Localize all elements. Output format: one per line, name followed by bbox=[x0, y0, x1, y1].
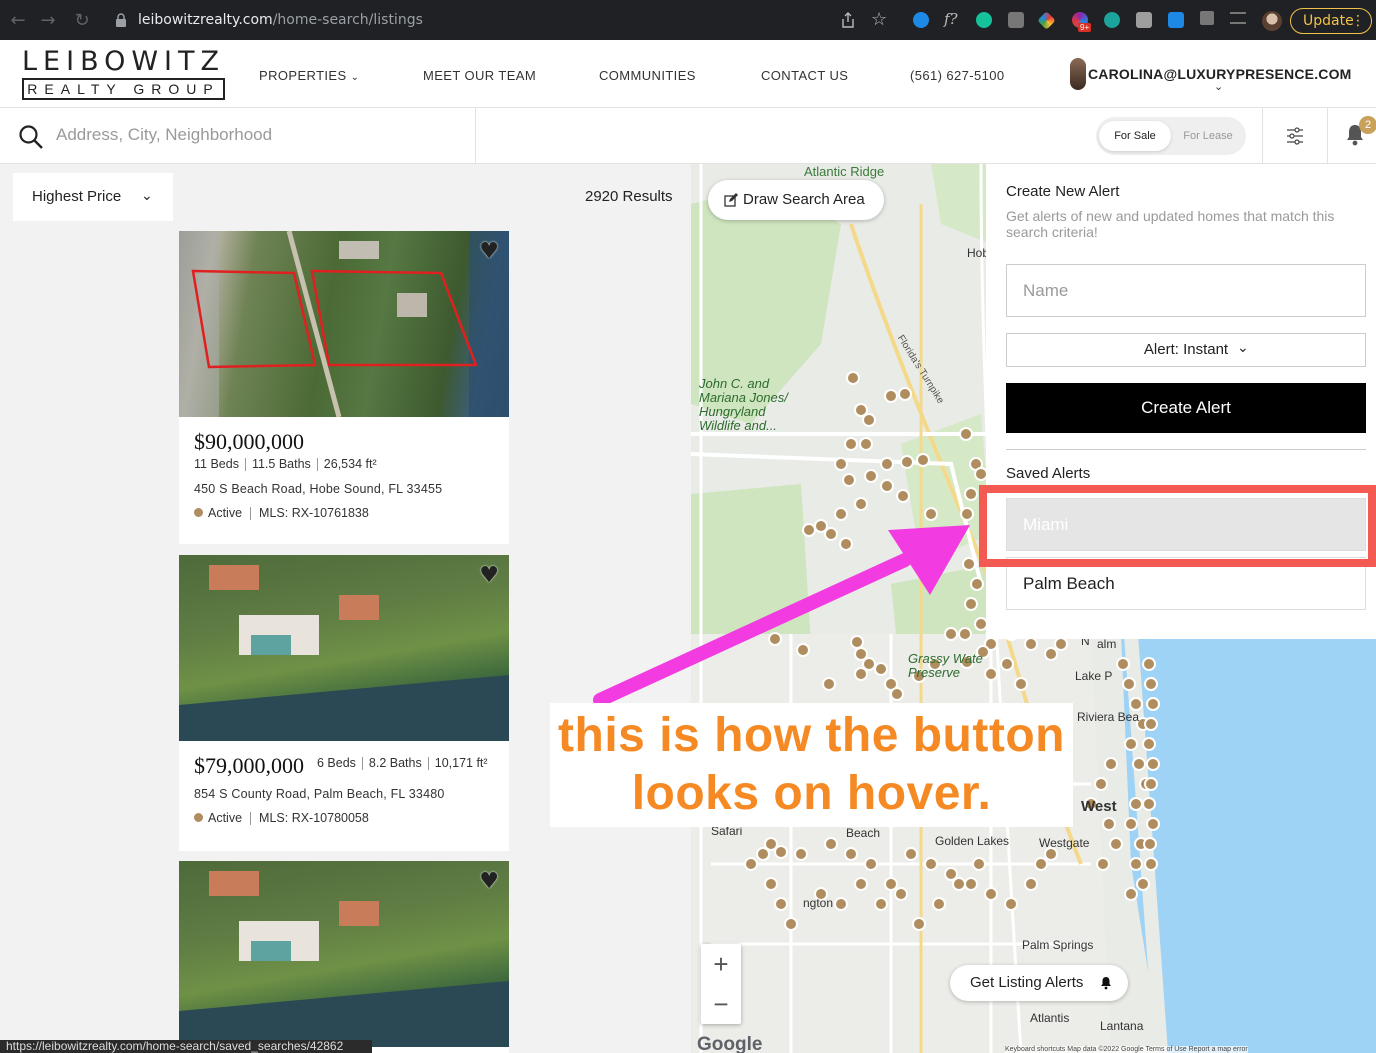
status-bar-url: https://leibowitzrealty.com/home-search/… bbox=[0, 1040, 372, 1053]
annotation-text: this is how the button looks on hover. bbox=[550, 703, 1073, 827]
annotation-arrow bbox=[593, 525, 970, 707]
